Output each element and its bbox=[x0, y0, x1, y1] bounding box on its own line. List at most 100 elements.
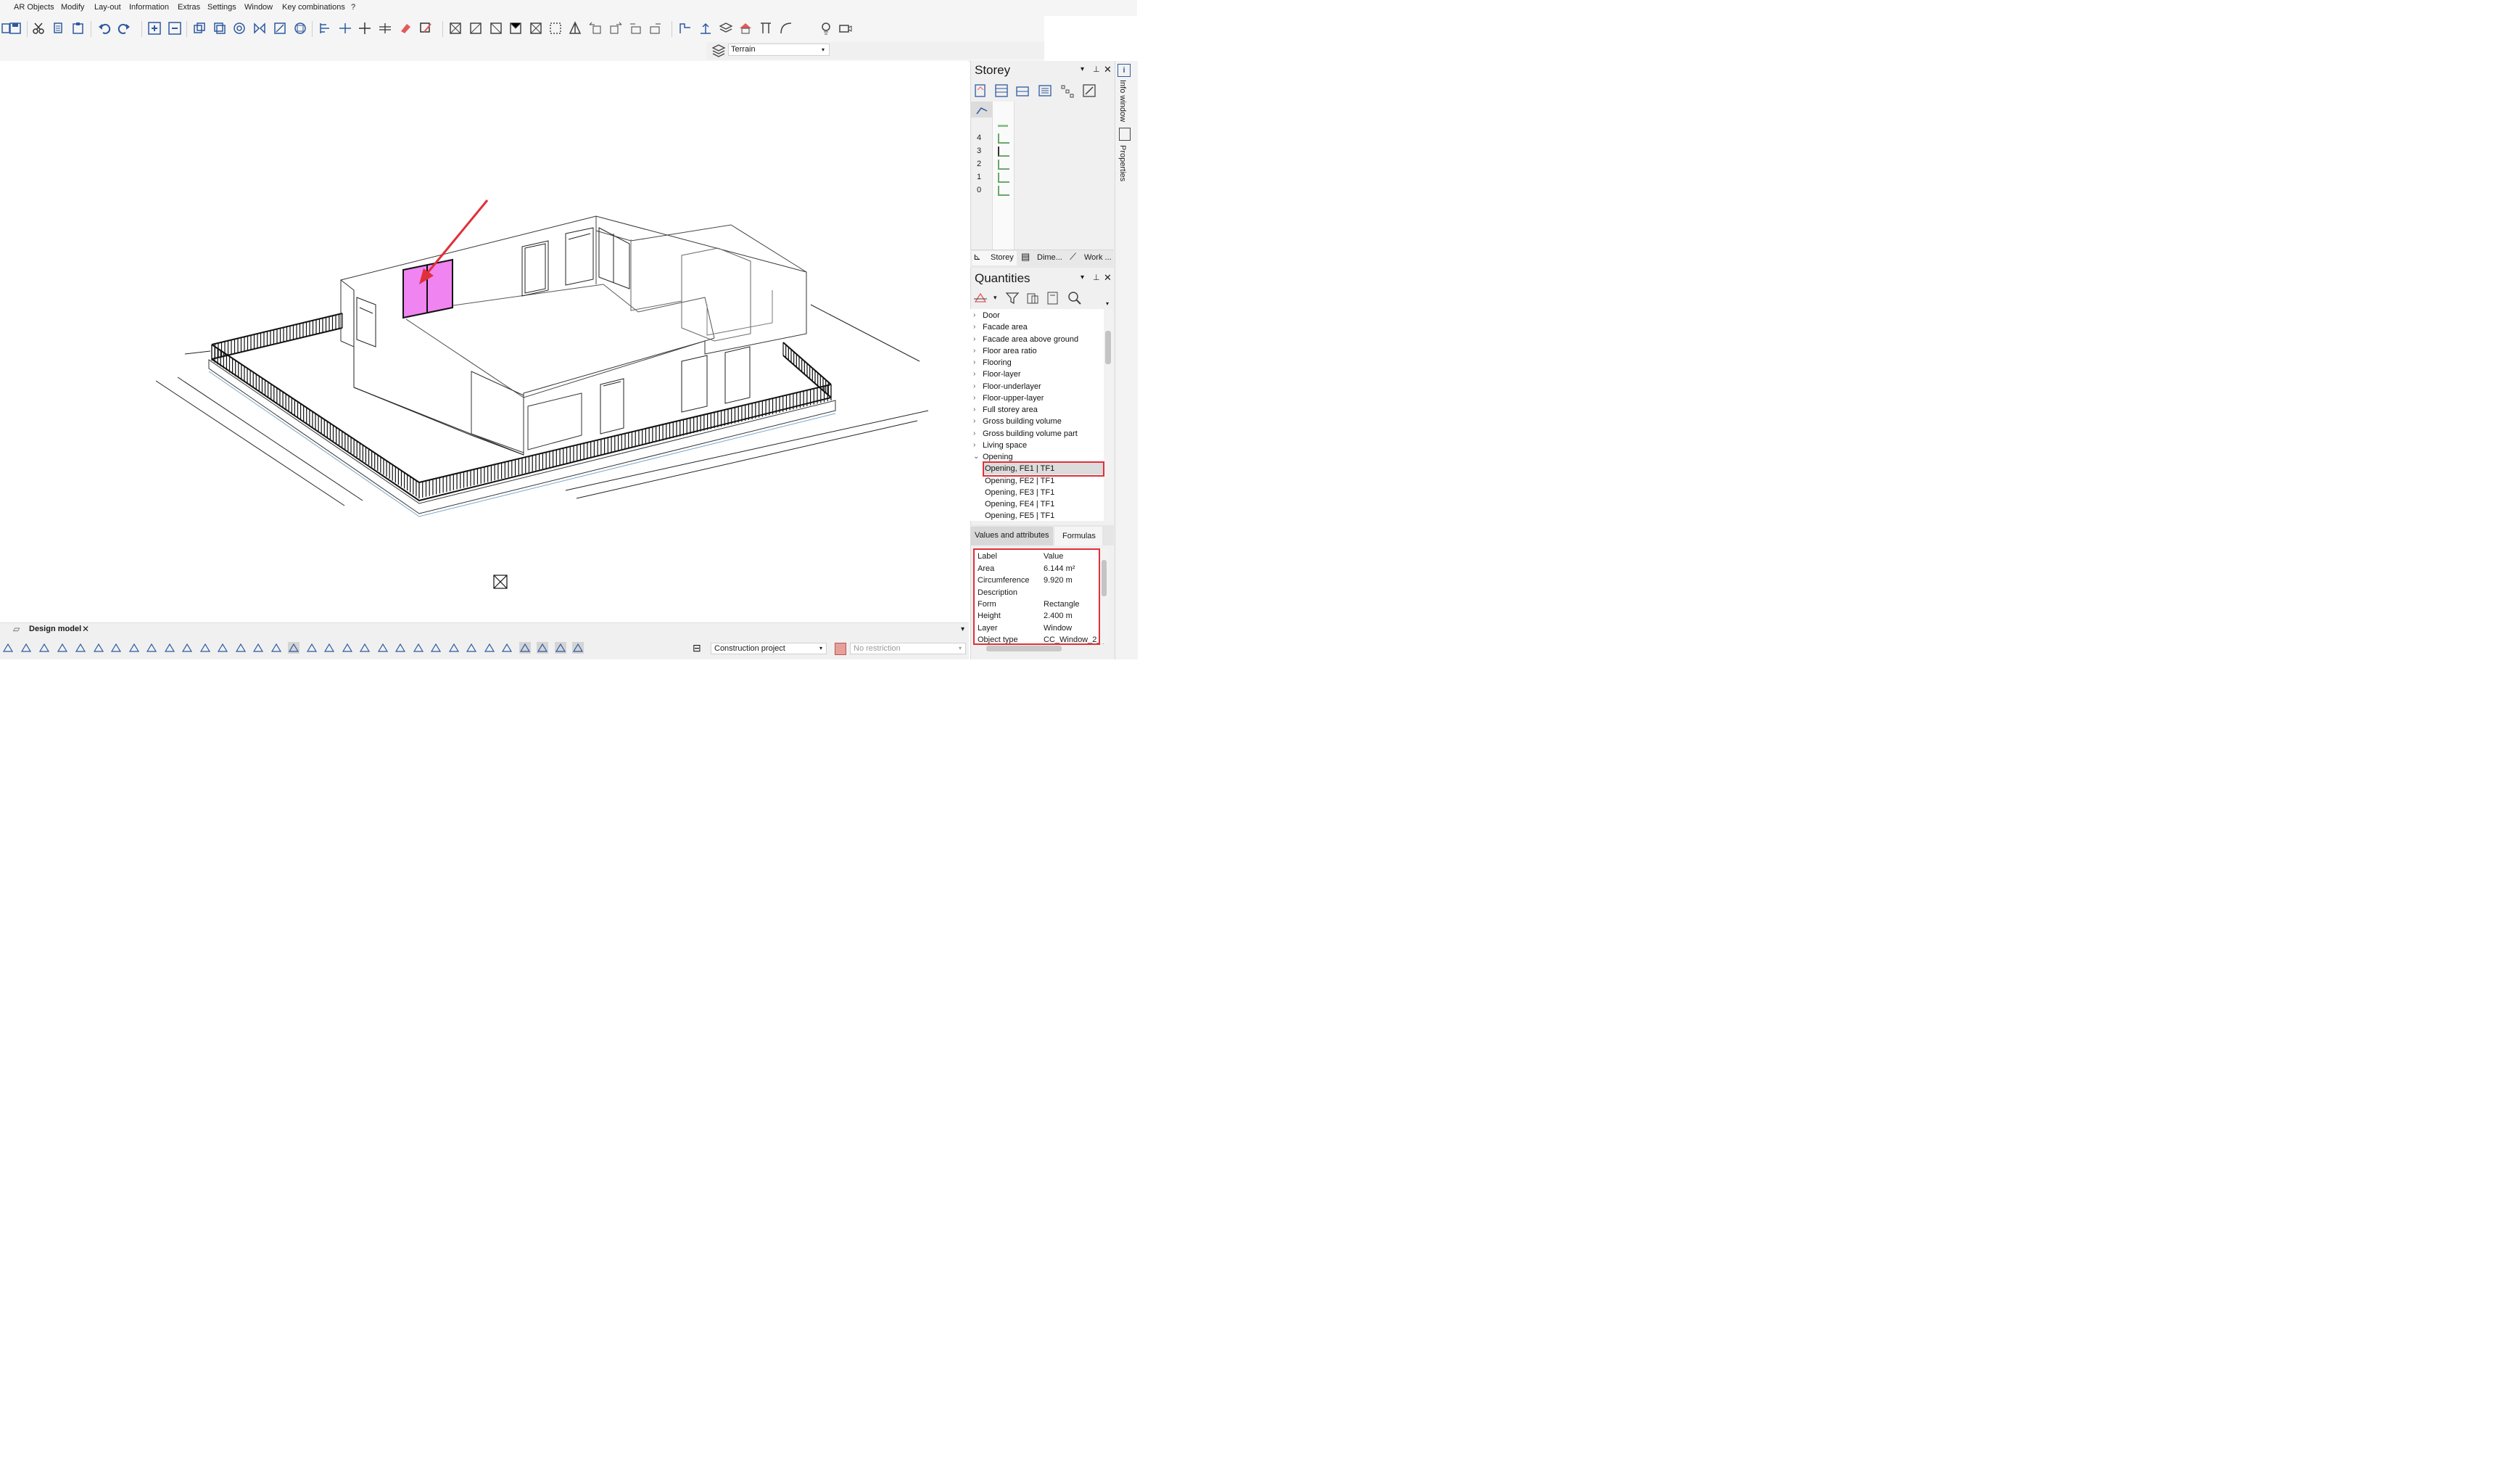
tree-category-item[interactable]: Living space bbox=[983, 441, 1027, 450]
menu-layout[interactable]: Lay-out bbox=[94, 3, 121, 12]
quantities-scroll-thumb[interactable] bbox=[1105, 331, 1111, 364]
sidebar-info-window[interactable]: Info window bbox=[1118, 80, 1127, 122]
export-icon[interactable] bbox=[1025, 290, 1041, 306]
axis-y-icon[interactable] bbox=[341, 641, 354, 654]
menu-extras[interactable]: Extras bbox=[178, 3, 200, 12]
storey-table-icon[interactable] bbox=[1037, 83, 1053, 99]
storey-1[interactable]: 1 bbox=[977, 173, 981, 181]
eraser-icon[interactable] bbox=[397, 20, 413, 36]
walk-icon[interactable] bbox=[92, 641, 105, 654]
chevron-right-icon[interactable]: › bbox=[973, 406, 975, 413]
select-filter-4-icon[interactable] bbox=[528, 20, 544, 36]
wire-view-icon[interactable] bbox=[234, 641, 247, 654]
axis-xy-icon[interactable] bbox=[376, 641, 389, 654]
storey-tree-icon[interactable] bbox=[1059, 83, 1075, 99]
fit-view-icon[interactable] bbox=[74, 641, 87, 654]
tab-dimensions[interactable]: Dime... bbox=[1037, 253, 1062, 262]
menu-help[interactable]: ? bbox=[351, 3, 355, 12]
box-view-icon[interactable] bbox=[216, 641, 229, 654]
restriction-combo[interactable]: No restriction ▾ bbox=[850, 643, 966, 654]
pin-icon[interactable]: ⊥ bbox=[1093, 65, 1100, 74]
move-down-icon[interactable] bbox=[648, 20, 664, 36]
axis-icon[interactable] bbox=[305, 641, 318, 654]
save-icon[interactable] bbox=[7, 20, 23, 36]
design-viewport[interactable] bbox=[0, 61, 969, 622]
tree-opening-item[interactable]: Opening, FE2 | TF1 bbox=[985, 477, 1054, 485]
chevron-right-icon[interactable]: › bbox=[973, 382, 975, 390]
pyramid-icon[interactable] bbox=[567, 20, 583, 36]
tree-opening-item[interactable]: Opening, FE5 | TF1 bbox=[985, 511, 1054, 520]
hatch-icon[interactable] bbox=[571, 641, 584, 654]
storey-4[interactable]: 4 bbox=[977, 133, 981, 142]
tab-work[interactable]: Work ... bbox=[1084, 253, 1112, 262]
plan-view-icon[interactable] bbox=[128, 641, 141, 654]
chevron-right-icon[interactable]: › bbox=[973, 429, 975, 437]
angle-icon[interactable] bbox=[465, 641, 478, 654]
pan-icon[interactable] bbox=[56, 641, 69, 654]
restriction-icon[interactable] bbox=[835, 643, 846, 655]
hidden-line-icon[interactable] bbox=[252, 641, 265, 654]
solid-view-icon[interactable] bbox=[181, 641, 194, 654]
axis-xz-icon[interactable] bbox=[412, 641, 425, 654]
properties-icon[interactable] bbox=[1119, 128, 1131, 141]
mirror-icon[interactable] bbox=[252, 20, 268, 36]
tree-category-item[interactable]: Floor-layer bbox=[983, 370, 1021, 379]
info-icon[interactable]: i bbox=[1118, 64, 1131, 77]
chevron-right-icon[interactable]: › bbox=[973, 370, 975, 378]
chevron-right-icon[interactable]: › bbox=[973, 347, 975, 355]
search-icon[interactable] bbox=[1067, 290, 1083, 306]
storey-0[interactable]: 0 bbox=[977, 186, 981, 194]
chevron-right-icon[interactable]: › bbox=[973, 323, 975, 331]
select-filter-3-icon[interactable] bbox=[508, 20, 524, 36]
transform-icon[interactable] bbox=[292, 20, 308, 36]
tree-opening-item[interactable]: Opening, FE3 | TF1 bbox=[985, 488, 1054, 497]
storey-3[interactable]: 3 bbox=[977, 147, 981, 155]
axis-z-icon[interactable] bbox=[358, 641, 371, 654]
dotted-grid-icon[interactable] bbox=[500, 641, 513, 654]
storey-section-icon[interactable] bbox=[1015, 83, 1030, 99]
layer-combo[interactable]: Terrain ▾ bbox=[728, 44, 830, 56]
box-select-icon[interactable] bbox=[447, 20, 463, 36]
menu-modify[interactable]: Modify bbox=[61, 3, 84, 12]
duplicate-icon[interactable] bbox=[191, 20, 207, 36]
move-right-icon[interactable] bbox=[608, 20, 624, 36]
axis-x-icon[interactable] bbox=[323, 641, 336, 654]
menu-ar-objects[interactable]: AR Objects bbox=[14, 3, 54, 12]
sidebar-properties[interactable]: Properties bbox=[1118, 145, 1127, 181]
vr-icon[interactable] bbox=[110, 641, 123, 654]
tree-opening-item[interactable]: Opening, FE4 | TF1 bbox=[985, 500, 1054, 509]
light-icon[interactable] bbox=[818, 20, 834, 36]
close-icon[interactable]: ✕ bbox=[1104, 272, 1112, 284]
quantity-calc-icon[interactable] bbox=[972, 290, 988, 306]
copy-doc-icon[interactable] bbox=[51, 20, 67, 36]
storey-edit-icon[interactable] bbox=[1081, 83, 1097, 99]
select-filter-5-icon[interactable] bbox=[548, 20, 563, 36]
menu-information[interactable]: Information bbox=[129, 3, 169, 12]
rotate-3d-icon[interactable] bbox=[163, 641, 176, 654]
divide-icon[interactable] bbox=[377, 20, 393, 36]
move-left-icon[interactable] bbox=[587, 20, 603, 36]
dimension-icon[interactable] bbox=[554, 641, 567, 654]
tree-category-item[interactable]: Facade area bbox=[983, 323, 1028, 332]
chevron-right-icon[interactable]: › bbox=[973, 311, 975, 319]
grid-snap-icon[interactable] bbox=[429, 641, 442, 654]
tree-category-item[interactable]: Door bbox=[983, 311, 1000, 320]
tree-category-item[interactable]: Gross building volume bbox=[983, 417, 1062, 426]
close-icon[interactable]: ✕ bbox=[82, 624, 89, 634]
menu-settings[interactable]: Settings bbox=[207, 3, 236, 12]
sphere-icon[interactable] bbox=[270, 641, 283, 654]
move-3d-icon[interactable] bbox=[447, 641, 460, 654]
chevron-right-icon[interactable]: › bbox=[973, 335, 975, 343]
align-icon[interactable] bbox=[317, 20, 333, 36]
storey-new-icon[interactable] bbox=[972, 83, 988, 99]
chevron-down-icon[interactable]: ▾ bbox=[961, 625, 964, 633]
line-style-icon[interactable] bbox=[536, 641, 549, 654]
tree-category-item[interactable]: Full storey area bbox=[983, 406, 1038, 414]
curve-icon[interactable] bbox=[778, 20, 794, 36]
filter-icon[interactable] bbox=[1004, 290, 1020, 306]
values-scroll-thumb[interactable] bbox=[1102, 560, 1107, 596]
report-icon[interactable] bbox=[1045, 290, 1061, 306]
select-filter-2-icon[interactable] bbox=[488, 20, 504, 36]
modify-element-icon[interactable] bbox=[418, 20, 434, 36]
select-filter-1-icon[interactable] bbox=[468, 20, 484, 36]
